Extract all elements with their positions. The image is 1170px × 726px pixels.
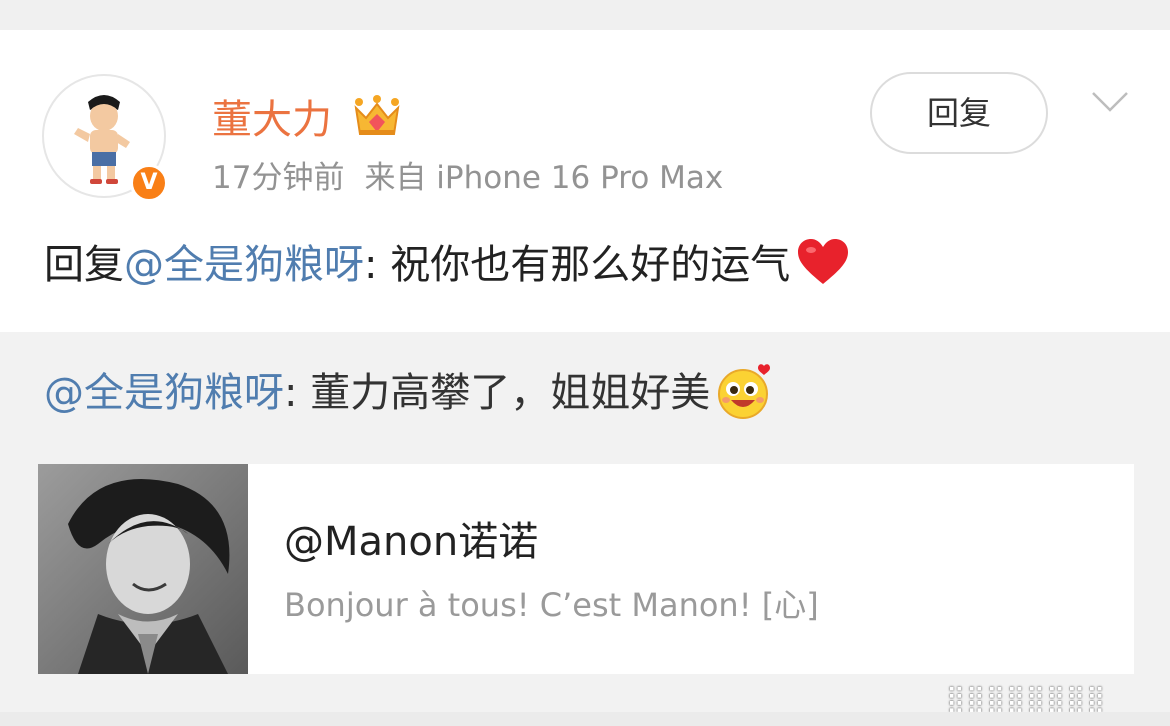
chevron-down-icon[interactable] [1090,90,1130,114]
reply-button[interactable]: 回复 [870,72,1048,154]
repost-body: : 董力高攀了，姐姐好美 [284,370,711,416]
post-time: 17分钟前 [212,160,345,196]
repost-mention-link[interactable]: @全是狗粮呀 [44,370,284,416]
card-title[interactable]: @Manon诺诺 [284,516,538,568]
crown-vip-icon[interactable] [352,94,402,140]
reply-prefix: 回复 [44,242,124,288]
post-text: 回复@全是狗粮呀: 祝你也有那么好的运气 [44,234,850,296]
post-source: 来自 iPhone 16 Pro Max [364,160,724,196]
username[interactable]: 董大力 [212,92,332,148]
watermark: ⣿⣿⣿⣿⣿⣿⣿⣿ [946,684,1107,714]
card-thumbnail-image [38,464,248,674]
repost-text: @全是狗粮呀: 董力高攀了，姐姐好美 [44,362,772,423]
post-meta: 17分钟前 来自 iPhone 16 Pro Max [212,158,723,198]
mention-link[interactable]: @全是狗粮呀 [124,242,364,288]
linked-card[interactable]: @Manon诺诺 Bonjour à tous! C’est Manon! [心… [38,464,1134,674]
red-heart-icon [798,239,849,284]
heart-eyes-emoji-icon [718,364,771,419]
card-description: Bonjour à tous! C’est Manon! [心] [284,586,819,624]
top-separator [0,0,1170,30]
verified-v-icon: V [130,164,168,202]
post-body: : 祝你也有那么好的运气 [364,242,791,288]
comment-post: V 董大力 17分钟前 来自 iPhone 16 Pro Max 回复 回复@全是… [0,30,1170,332]
bottom-separator [0,712,1170,726]
